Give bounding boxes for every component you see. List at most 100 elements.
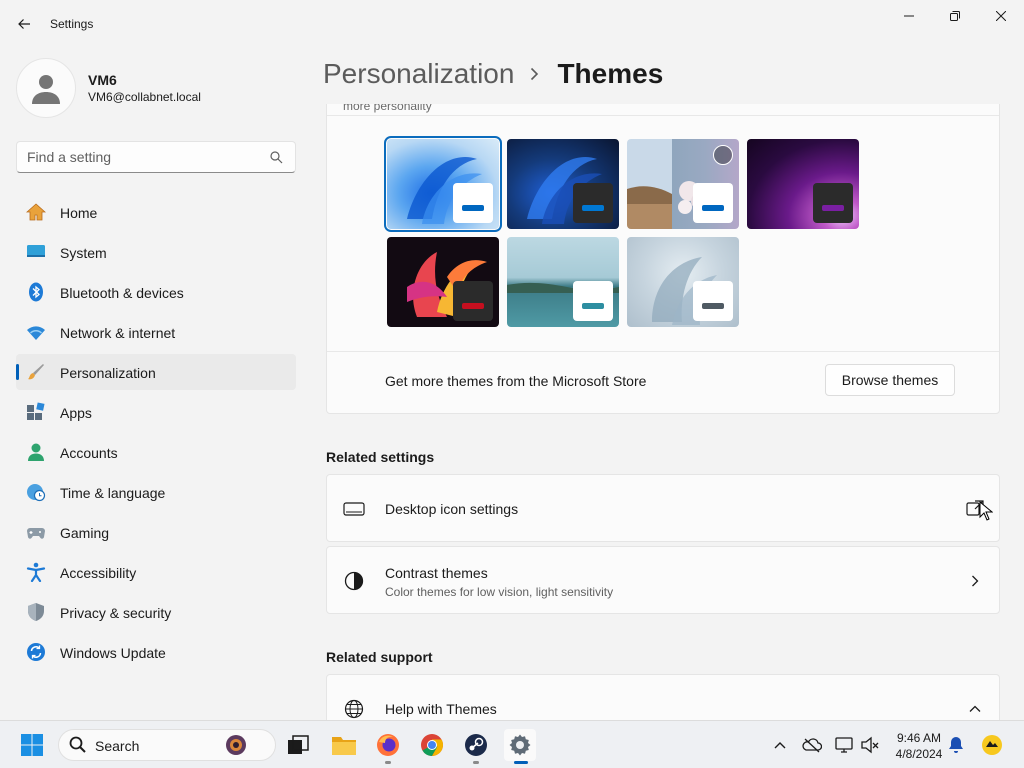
nav-item-network[interactable]: Network & internet [16, 314, 296, 350]
theme-thumbnail[interactable] [747, 139, 859, 229]
chevron-right-icon [972, 575, 979, 587]
volume-muted-icon[interactable] [860, 735, 880, 755]
theme-thumbnail[interactable] [627, 237, 739, 327]
nav-label: Personalization [60, 365, 156, 381]
section-title-related-settings: Related settings [326, 449, 435, 465]
slideshow-icon [713, 145, 733, 165]
nav-label: Privacy & security [60, 605, 172, 621]
chevron-up-icon [969, 705, 981, 712]
row-title: Contrast themes [385, 565, 488, 581]
minimize-icon [904, 15, 914, 17]
nav-item-accessibility[interactable]: Accessibility [16, 554, 296, 590]
user-icon [32, 75, 60, 104]
theme-accent-bar [582, 303, 604, 309]
theme-thumbnail[interactable] [387, 237, 499, 327]
nav-label: Home [60, 205, 98, 221]
user-profile[interactable]: VM6 VM6@collabnet.local [16, 58, 201, 118]
nav-item-privacy-security[interactable]: Privacy & security [16, 594, 296, 630]
taskbar-steam[interactable] [460, 729, 492, 764]
gear-icon [509, 734, 531, 756]
app-title: Settings [50, 17, 94, 31]
close-button[interactable] [978, 0, 1024, 32]
nav-label: Network & internet [60, 325, 176, 341]
theme-preview-badge [453, 281, 493, 321]
clock-date: 4/8/2024 [895, 747, 943, 761]
back-button[interactable] [12, 12, 36, 36]
running-indicator [473, 761, 479, 764]
browse-themes-button[interactable]: Browse themes [825, 364, 955, 396]
nav-item-apps[interactable]: Apps [16, 394, 296, 430]
restore-button[interactable] [932, 0, 978, 32]
accounts-icon [28, 443, 44, 461]
gamepad-icon [27, 528, 45, 539]
theme-preview-badge [813, 183, 853, 223]
nav-label: Apps [60, 405, 92, 421]
copilot-preview-icon[interactable] [980, 733, 1004, 757]
nav-item-home[interactable]: Home [16, 194, 296, 230]
help-with-themes-row[interactable]: Help with Themes [326, 674, 1000, 720]
brush-icon [28, 364, 44, 380]
taskbar-firefox[interactable] [372, 729, 404, 764]
desktop-icon-settings-row[interactable]: Desktop icon settings [326, 474, 1000, 542]
nav-item-windows-update[interactable]: Windows Update [16, 634, 296, 670]
nav-label: System [60, 245, 107, 261]
taskbar-search-label: Search [95, 738, 140, 754]
system-icon [27, 245, 45, 257]
notification-bell-icon[interactable] [946, 735, 966, 755]
row-title: Help with Themes [385, 701, 497, 717]
nav-label: Windows Update [60, 645, 166, 661]
divider [327, 115, 999, 116]
network-icon[interactable] [834, 735, 854, 755]
nav-item-gaming[interactable]: Gaming [16, 514, 296, 550]
store-themes-text: Get more themes from the Microsoft Store [385, 373, 647, 389]
system-clock[interactable]: 9:46 AM 4/8/2024 [888, 730, 950, 762]
profile-name: VM6 [88, 72, 117, 88]
contrast-themes-row[interactable]: Contrast themes Color themes for low vis… [326, 546, 1000, 614]
taskbar-task-view[interactable] [282, 729, 314, 761]
theme-accent-bar [582, 205, 604, 211]
nav-item-system[interactable]: System [16, 234, 296, 270]
taskbar-search[interactable]: Search [58, 729, 276, 761]
profile-email: VM6@collabnet.local [88, 90, 201, 104]
taskbar-file-explorer[interactable] [328, 729, 360, 761]
theme-accent-bar [462, 205, 484, 211]
page-title: Themes [557, 58, 664, 89]
minimize-button[interactable] [886, 0, 932, 32]
close-icon [996, 11, 1006, 21]
nav-item-bluetooth[interactable]: Bluetooth & devices [16, 274, 296, 310]
theme-preview-badge [693, 281, 733, 321]
theme-thumbnail[interactable] [384, 136, 502, 232]
breadcrumb-parent[interactable]: Personalization [323, 58, 514, 90]
find-setting-box[interactable] [16, 141, 296, 173]
nav-label: Time & language [60, 485, 166, 501]
onedrive-icon[interactable] [802, 735, 822, 755]
theme-thumbnail[interactable] [507, 237, 619, 327]
taskbar-settings[interactable] [504, 729, 536, 764]
chevron-up-icon[interactable] [770, 735, 790, 755]
task-view-icon [288, 735, 309, 754]
sidebar: VM6 VM6@collabnet.local Home System Blue… [0, 48, 310, 720]
main-content: more personality Get more themes from th… [310, 104, 1010, 720]
update-icon [27, 643, 45, 661]
theme-preview-badge [453, 183, 493, 223]
section-title-related-support: Related support [326, 649, 433, 665]
wifi-icon [27, 326, 45, 340]
theme-accent-bar [702, 303, 724, 309]
theme-thumbnail[interactable] [507, 139, 619, 229]
globe-icon [344, 699, 364, 719]
apps-icon [27, 402, 45, 420]
taskbar-chrome[interactable] [416, 729, 448, 761]
nav-item-time-language[interactable]: Time & language [16, 474, 296, 510]
nav-label: Accessibility [60, 565, 137, 581]
find-setting-input[interactable] [27, 142, 257, 172]
theme-preview-badge [573, 281, 613, 321]
theme-thumbnail[interactable] [627, 139, 739, 229]
restore-icon [950, 11, 960, 21]
nav-label: Bluetooth & devices [60, 285, 184, 301]
nav-menu: Home System Bluetooth & devices Network … [16, 194, 296, 674]
nav-item-personalization[interactable]: Personalization [16, 354, 296, 390]
start-button[interactable] [16, 729, 48, 761]
nav-item-accounts[interactable]: Accounts [16, 434, 296, 470]
breadcrumb: Personalization Themes [323, 58, 663, 90]
bluetooth-icon [29, 282, 43, 302]
